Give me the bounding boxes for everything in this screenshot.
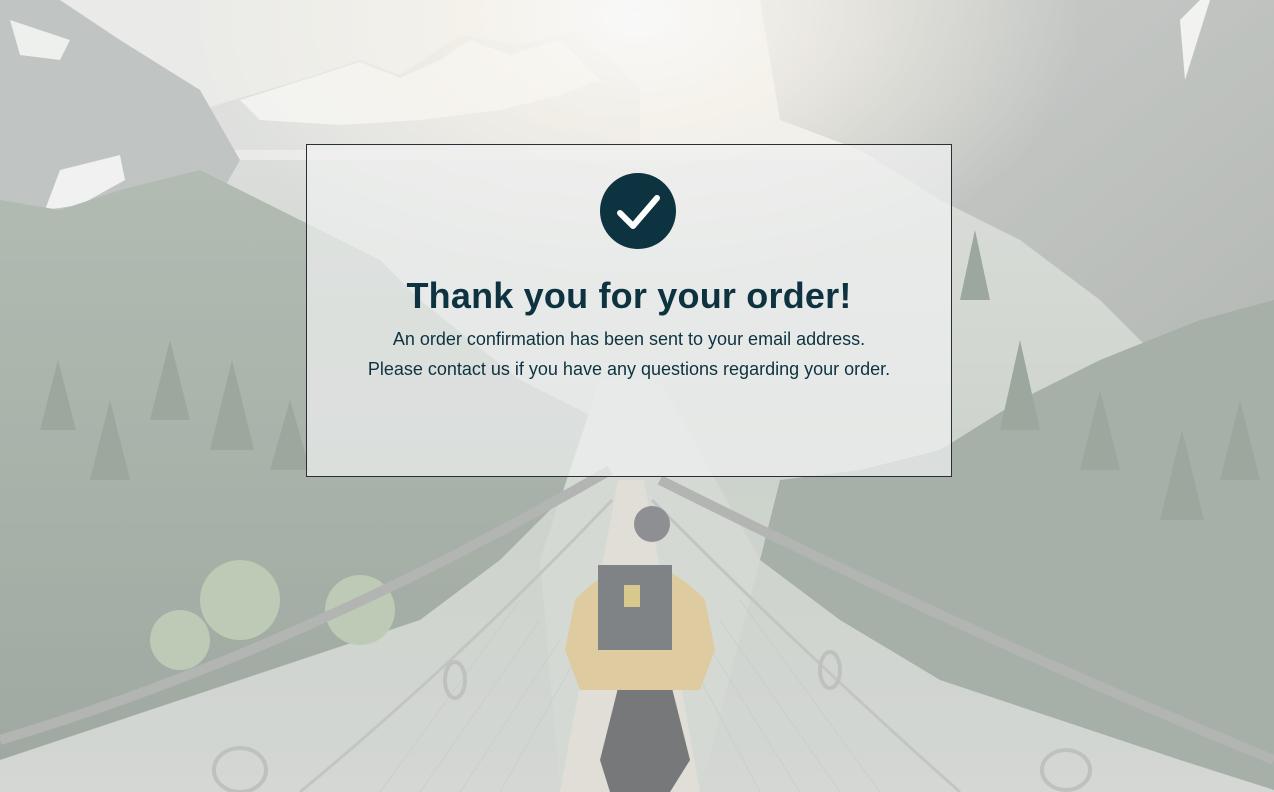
confirmation-title: Thank you for your order!: [406, 275, 852, 316]
check-circle-icon: [600, 173, 676, 249]
background-photo: Thank you for your order! An order confi…: [0, 0, 1274, 792]
checkmark-icon: [617, 195, 660, 229]
order-confirmation-panel: Thank you for your order! An order confi…: [306, 144, 952, 477]
confirmation-message-contact: Please contact us if you have any questi…: [367, 359, 891, 379]
confirmation-message-email: An order confirmation has been sent to y…: [392, 329, 866, 349]
